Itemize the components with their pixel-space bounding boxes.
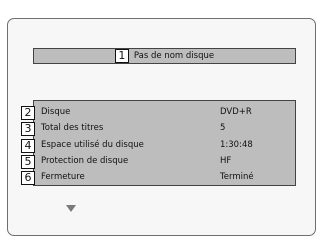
row-label: Espace utilisé du disque	[41, 140, 144, 150]
disc-name-bar: 1 Pas de nom disque	[33, 48, 296, 64]
row-value: 5	[220, 123, 226, 133]
callout-number-5: 5	[21, 155, 35, 169]
row-label: Total des titres	[41, 123, 104, 133]
callout-number-3: 3	[21, 122, 35, 136]
row-value: DVD+R	[220, 107, 252, 117]
info-row-finalize: 6 Fermeture Terminé	[21, 171, 297, 185]
info-row-total-titles: 3 Total des titres 5	[21, 122, 297, 136]
row-value: HF	[220, 156, 232, 166]
info-row-disc-type: 2 Disque DVD+R	[21, 106, 297, 120]
row-label: Protection de disque	[41, 156, 129, 166]
row-label: Disque	[41, 107, 71, 117]
down-arrow-icon[interactable]	[66, 205, 76, 212]
callout-number-2: 2	[21, 106, 35, 120]
info-row-space-used: 4 Espace utilisé du disque 1:30:48	[21, 139, 297, 153]
callout-number-1: 1	[114, 49, 129, 63]
row-value: Terminé	[220, 172, 254, 182]
callout-number-6: 6	[21, 171, 35, 185]
row-value: 1:30:48	[220, 140, 253, 150]
callout-number-4: 4	[21, 139, 35, 153]
disc-name-text: Pas de nom disque	[133, 51, 215, 61]
row-label: Fermeture	[41, 172, 85, 182]
info-row-disc-protection: 5 Protection de disque HF	[21, 155, 297, 169]
disc-info-panel: 2 Disque DVD+R 3 Total des titres 5 4 Es…	[21, 100, 297, 186]
